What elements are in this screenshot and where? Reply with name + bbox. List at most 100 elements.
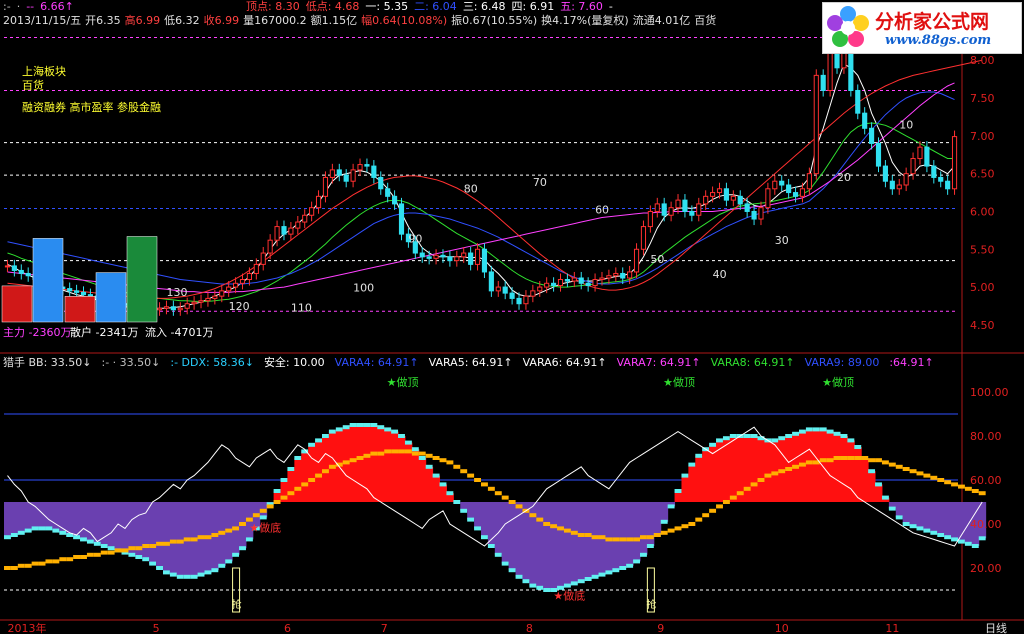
price-tick-5: 7.00 xyxy=(970,130,995,143)
quote-item-4: 收6.99 xyxy=(203,14,240,27)
indicator-header: 猎手 BB: 33.50↓:- · 33.50↓:- DDX: 58.36↓ 安全… xyxy=(3,357,944,369)
yellow-step-133 xyxy=(923,473,931,478)
bb-cap-136 xyxy=(944,535,952,540)
signal-top-0: ★做顶 xyxy=(387,375,419,389)
candle-body-48 xyxy=(336,169,342,176)
bb-cap-123 xyxy=(854,445,862,449)
candle-body-57 xyxy=(398,203,405,235)
bb-bar-down-72 xyxy=(501,502,510,564)
bb-cap-96 xyxy=(667,504,675,509)
candle-body-73 xyxy=(509,292,515,299)
indicator-item-6: VARA6: 64.91↑ xyxy=(522,356,607,369)
yellow-step-23 xyxy=(163,541,170,546)
yellow-step-51 xyxy=(356,456,364,460)
bb-cap-20 xyxy=(142,557,150,562)
bb-cap-137 xyxy=(951,537,958,542)
bb-bar-up-109 xyxy=(757,438,765,502)
candle-body-125 xyxy=(869,127,875,144)
bb-cap-125 xyxy=(868,469,876,474)
yellow-step-96 xyxy=(667,528,675,533)
bb-cap-59 xyxy=(411,447,419,452)
candle-body-114 xyxy=(792,192,799,197)
candle-body-65 xyxy=(454,256,460,262)
yellow-step-36 xyxy=(252,513,260,518)
yellow-step-14 xyxy=(100,550,108,555)
yellow-step-65 xyxy=(453,464,461,469)
bb-bar-down-94 xyxy=(653,502,662,535)
price-panel[interactable]: 130 120 110 100 90 80 70 60 50 40 30 20 10 xyxy=(1,37,983,323)
yellow-step-16 xyxy=(114,548,122,553)
candle-body-0 xyxy=(4,265,11,268)
yellow-step-72 xyxy=(501,495,509,500)
quote-item-3: 低6.32 xyxy=(164,14,200,27)
yellow-step-93 xyxy=(646,535,654,540)
yellow-step-103 xyxy=(716,504,723,509)
yellow-step-64 xyxy=(446,460,454,465)
bb-bar-up-98 xyxy=(681,475,689,502)
yellow-step-30 xyxy=(211,533,219,537)
bb-cap-5 xyxy=(38,526,46,531)
bb-cap-112 xyxy=(778,436,786,441)
bb-cap-25 xyxy=(176,574,184,579)
yellow-step-138 xyxy=(958,484,965,489)
price-tick-1: 5.00 xyxy=(970,281,995,294)
candle-body-56 xyxy=(392,195,398,205)
site-logo[interactable]: 分析家公式网 www.88gs.com xyxy=(822,2,1022,54)
indicator-item-4: VARA4: 64.91↑ xyxy=(334,356,419,369)
yellow-step-46 xyxy=(322,469,329,474)
candle-body-49 xyxy=(343,174,349,182)
bb-cap-120 xyxy=(833,431,841,436)
yellow-step-119 xyxy=(826,458,834,463)
bb-cap-14 xyxy=(100,544,108,548)
yellow-step-90 xyxy=(626,537,634,542)
bb-cap-46 xyxy=(322,434,329,438)
bb-bar-down-22 xyxy=(156,502,164,568)
candle-body-85 xyxy=(592,279,598,287)
header-levels: 顶点: 8.30 低点: 4.68 一: 5.35 二: 6.04 三: 6.48 四: … xyxy=(246,1,619,13)
bb-cap-104 xyxy=(722,436,730,441)
industry-label: 百货 xyxy=(22,79,44,92)
bb-cap-48 xyxy=(335,427,343,432)
main-force-label: 主力 -2360万 xyxy=(3,326,72,339)
indicator-panel[interactable]: ★做底 ★做底 ★做顶 ★做顶 ★做顶抢 抢 xyxy=(4,375,987,613)
bb-cap-8 xyxy=(59,530,67,535)
yellow-step-73 xyxy=(508,500,516,504)
bb-cap-109 xyxy=(757,436,765,441)
tags-label: 融资融券 高市盈率 参股金融 xyxy=(22,101,161,114)
candle-body-62 xyxy=(433,254,439,259)
yellow-step-92 xyxy=(640,535,647,540)
flow-bar-0 xyxy=(1,285,33,323)
candle-body-77 xyxy=(537,286,543,292)
yellow-step-104 xyxy=(722,500,730,504)
header-quote: 2013/11/15/五 开6.35 高6.99 低6.32 收6.99 量167000.… xyxy=(3,15,720,27)
price-tick-6: 7.50 xyxy=(970,92,995,105)
bb-cap-113 xyxy=(785,434,793,438)
yellow-step-22 xyxy=(156,541,163,546)
level-item-7: - xyxy=(608,0,613,13)
candle-body-26 xyxy=(184,303,190,309)
bb-cap-86 xyxy=(598,572,606,577)
candle-body-54 xyxy=(378,176,384,190)
bb-cap-75 xyxy=(522,579,530,584)
yellow-step-85 xyxy=(591,535,599,540)
header-line-1: :- · -- 6.66↑ xyxy=(3,1,80,13)
quote-item-0: 2013/11/15/五 xyxy=(3,14,82,27)
grab-label-1: 抢 xyxy=(646,598,656,611)
candle-body-106 xyxy=(737,195,743,205)
bb-cap-131 xyxy=(909,524,917,529)
bb-cap-128 xyxy=(888,506,896,511)
yellow-step-66 xyxy=(460,469,468,474)
candle-body-37 xyxy=(260,252,266,265)
indicator-item-7: VARA7: 64.91↑ xyxy=(616,356,701,369)
bb-bar-up-104 xyxy=(722,438,731,502)
bb-cap-87 xyxy=(605,570,613,575)
candle-body-52 xyxy=(364,164,370,167)
bb-bar-up-103 xyxy=(716,440,724,502)
yellow-step-37 xyxy=(259,508,267,513)
candle-body-90 xyxy=(627,271,633,279)
bb-bar-up-42 xyxy=(294,458,302,502)
yellow-step-84 xyxy=(584,533,592,537)
candle-body-113 xyxy=(786,184,792,194)
yellow-step-127 xyxy=(881,460,889,465)
candle-body-84 xyxy=(585,282,591,287)
